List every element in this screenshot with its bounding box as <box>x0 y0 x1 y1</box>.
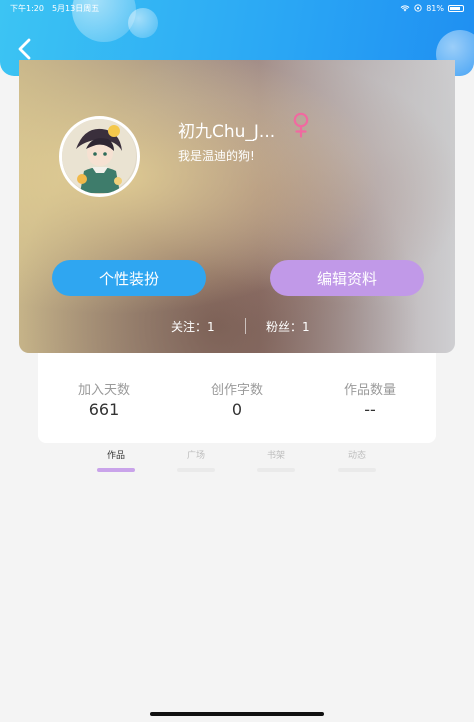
wifi-icon <box>400 5 410 12</box>
followers-label: 粉丝： <box>266 320 303 334</box>
followers-stat[interactable]: 粉丝：1 <box>266 318 310 335</box>
following-stat[interactable]: 关注：1 <box>171 318 215 335</box>
profile-tabs: 作品 广场 书架 动态 <box>0 448 474 478</box>
home-indicator[interactable] <box>150 712 324 716</box>
avatar-illustration <box>62 119 136 193</box>
stat-value: 0 <box>231 400 243 419</box>
stat-value: 661 <box>88 400 120 419</box>
tab-underline <box>338 468 376 472</box>
user-name: 初九Chu_J... <box>178 122 276 142</box>
battery-percent: 81% <box>426 3 444 13</box>
edit-profile-button[interactable]: 编辑资料 <box>270 260 424 296</box>
back-button[interactable] <box>12 36 38 62</box>
profile-card: 初九Chu_J... 我是温迪的狗! 个性装扮 编辑资料 关注：1 粉丝：1 <box>19 60 455 353</box>
tab-bookshelf[interactable]: 书架 <box>256 448 296 472</box>
status-bar: 下午1:20 5月13日周五 81% <box>0 0 474 16</box>
personal-dress-button[interactable]: 个性装扮 <box>52 260 206 296</box>
tab-activity[interactable]: 动态 <box>337 448 377 472</box>
tab-square[interactable]: 广场 <box>176 448 216 472</box>
stat-label: 作品数量 <box>343 383 396 398</box>
female-icon <box>293 112 309 138</box>
stat-label: 创作字数 <box>210 383 263 398</box>
tab-label: 动态 <box>347 451 366 461</box>
battery-icon <box>448 4 464 12</box>
user-bio: 我是温迪的狗! <box>178 149 255 163</box>
tab-label: 作品 <box>106 451 125 461</box>
status-time: 下午1:20 <box>10 3 44 13</box>
stat-word-count: 创作字数 0 <box>177 379 297 419</box>
follow-divider <box>245 318 246 334</box>
avatar[interactable] <box>59 116 140 197</box>
stat-works-count: 作品数量 -- <box>310 379 430 419</box>
tab-works[interactable]: 作品 <box>96 448 136 472</box>
profile-page: 下午1:20 5月13日周五 81% 初九Chu_J... 我是温迪的狗! 个性… <box>0 0 474 722</box>
tab-underline <box>257 468 295 472</box>
stat-label: 加入天数 <box>77 383 130 398</box>
chevron-left-icon <box>18 38 31 60</box>
tab-label: 书架 <box>266 451 285 461</box>
stat-join-days: 加入天数 661 <box>44 379 164 419</box>
follow-stats: 关注：1 粉丝：1 <box>19 315 455 337</box>
status-date: 5月13日周五 <box>51 3 100 13</box>
stats-card: 加入天数 661 创作字数 0 作品数量 -- <box>38 353 436 443</box>
rotation-lock-icon <box>414 4 422 12</box>
followers-count: 1 <box>302 320 310 334</box>
stat-value: -- <box>364 400 376 419</box>
tab-label: 广场 <box>186 451 205 461</box>
tab-underline <box>97 468 135 472</box>
tab-underline <box>177 468 215 472</box>
following-count: 1 <box>207 320 215 334</box>
following-label: 关注： <box>171 320 208 334</box>
